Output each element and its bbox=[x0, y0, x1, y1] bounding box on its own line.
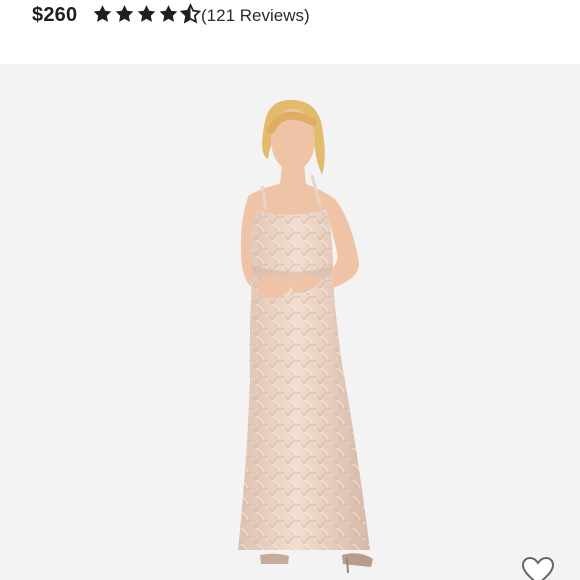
product-header: $260 (121 Reviews) bbox=[0, 0, 580, 64]
star-icon bbox=[159, 5, 178, 22]
star-icon bbox=[93, 5, 112, 22]
half-star-icon bbox=[180, 3, 201, 24]
product-page: $260 (121 Reviews) bbox=[0, 0, 580, 580]
star-icon bbox=[115, 5, 134, 22]
product-image[interactable] bbox=[0, 64, 580, 580]
reviews-link[interactable]: (121 Reviews) bbox=[201, 6, 310, 26]
star-icon bbox=[137, 5, 156, 22]
rating-stars bbox=[92, 3, 201, 27]
favorite-heart-icon[interactable] bbox=[521, 557, 555, 580]
dress-photo-icon bbox=[238, 99, 373, 574]
price-label: $260 bbox=[32, 4, 78, 26]
